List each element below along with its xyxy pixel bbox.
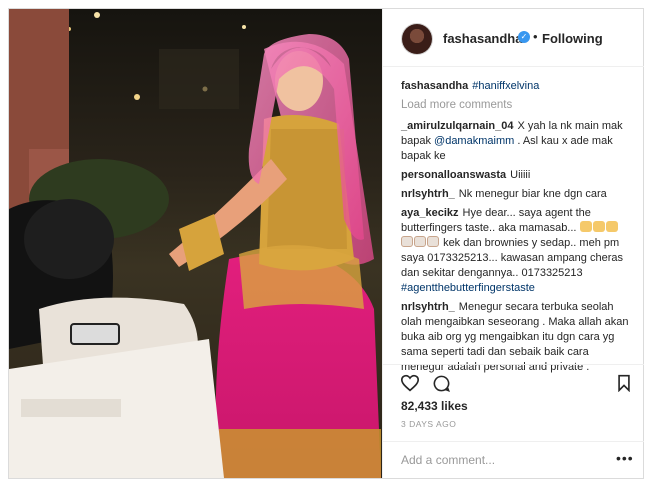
following-button[interactable]: Following — [542, 31, 603, 46]
comment-list: fashasandha #haniffxelvina Load more comm… — [401, 79, 629, 379]
header-separator: • — [533, 29, 538, 44]
load-more-comments-button[interactable]: Load more comments — [401, 98, 629, 113]
cake-emoji-icon — [605, 221, 618, 232]
birthday-cake-emoji-icon — [414, 236, 426, 247]
comment-username[interactable]: nrlsyhtrh_ — [401, 301, 455, 313]
add-comment-bar: Add a comment... ••• — [383, 441, 644, 478]
comment-username[interactable]: nrlsyhtrh_ — [401, 188, 455, 200]
heart-icon[interactable] — [400, 374, 420, 392]
verified-icon: ✓ — [518, 31, 530, 43]
avatar[interactable] — [402, 24, 432, 54]
comment-item: personalloanswasta Uiiiii — [401, 168, 629, 183]
caption: fashasandha #haniffxelvina — [401, 79, 629, 94]
bookmark-icon[interactable] — [617, 374, 631, 392]
birthday-cake-emoji-icon — [401, 236, 413, 247]
header-username[interactable]: fashasandha — [443, 31, 522, 46]
caption-hashtag[interactable]: #haniffxelvina — [472, 80, 539, 92]
comment-username[interactable]: aya_kecikz — [401, 207, 459, 219]
comment-item: _amirulzulqarnain_04 X yah la nk main mak… — [401, 119, 629, 164]
post-image — [9, 9, 382, 478]
likes-count[interactable]: 82,433 likes — [401, 399, 468, 413]
post-photo[interactable] — [9, 9, 382, 478]
post-side-panel: fashasandha ✓ • Following fashasandha #ha… — [382, 9, 644, 478]
comment-item: nrlsyhtrh_ Nk menegur biar kne dgn cara — [401, 187, 629, 202]
comment-mention[interactable]: @damakmaimm — [434, 135, 514, 147]
cake-emoji-icon — [592, 221, 605, 232]
add-comment-input[interactable]: Add a comment... — [401, 453, 495, 467]
caption-username[interactable]: fashasandha — [401, 80, 468, 92]
post-date[interactable]: 3 DAYS AGO — [401, 419, 456, 429]
post-header: fashasandha ✓ • Following — [383, 9, 644, 67]
post-card: fashasandha ✓ • Following fashasandha #ha… — [8, 8, 644, 479]
comment-item: aya_kecikz Hye dear... saya agent the but… — [401, 206, 629, 296]
more-options-icon[interactable]: ••• — [616, 450, 634, 466]
cake-emoji-icon — [579, 221, 592, 232]
comment-icon[interactable] — [432, 374, 451, 393]
birthday-cake-emoji-icon — [427, 236, 439, 247]
comment-username[interactable]: personalloanswasta — [401, 169, 506, 181]
comment-hashtag[interactable]: #agentthebutterfingerstaste — [401, 282, 535, 294]
comment-username[interactable]: _amirulzulqarnain_04 — [401, 120, 514, 132]
comment-text: Uiiiii — [510, 169, 531, 181]
comment-text: Nk menegur biar kne dgn cara — [458, 188, 607, 200]
